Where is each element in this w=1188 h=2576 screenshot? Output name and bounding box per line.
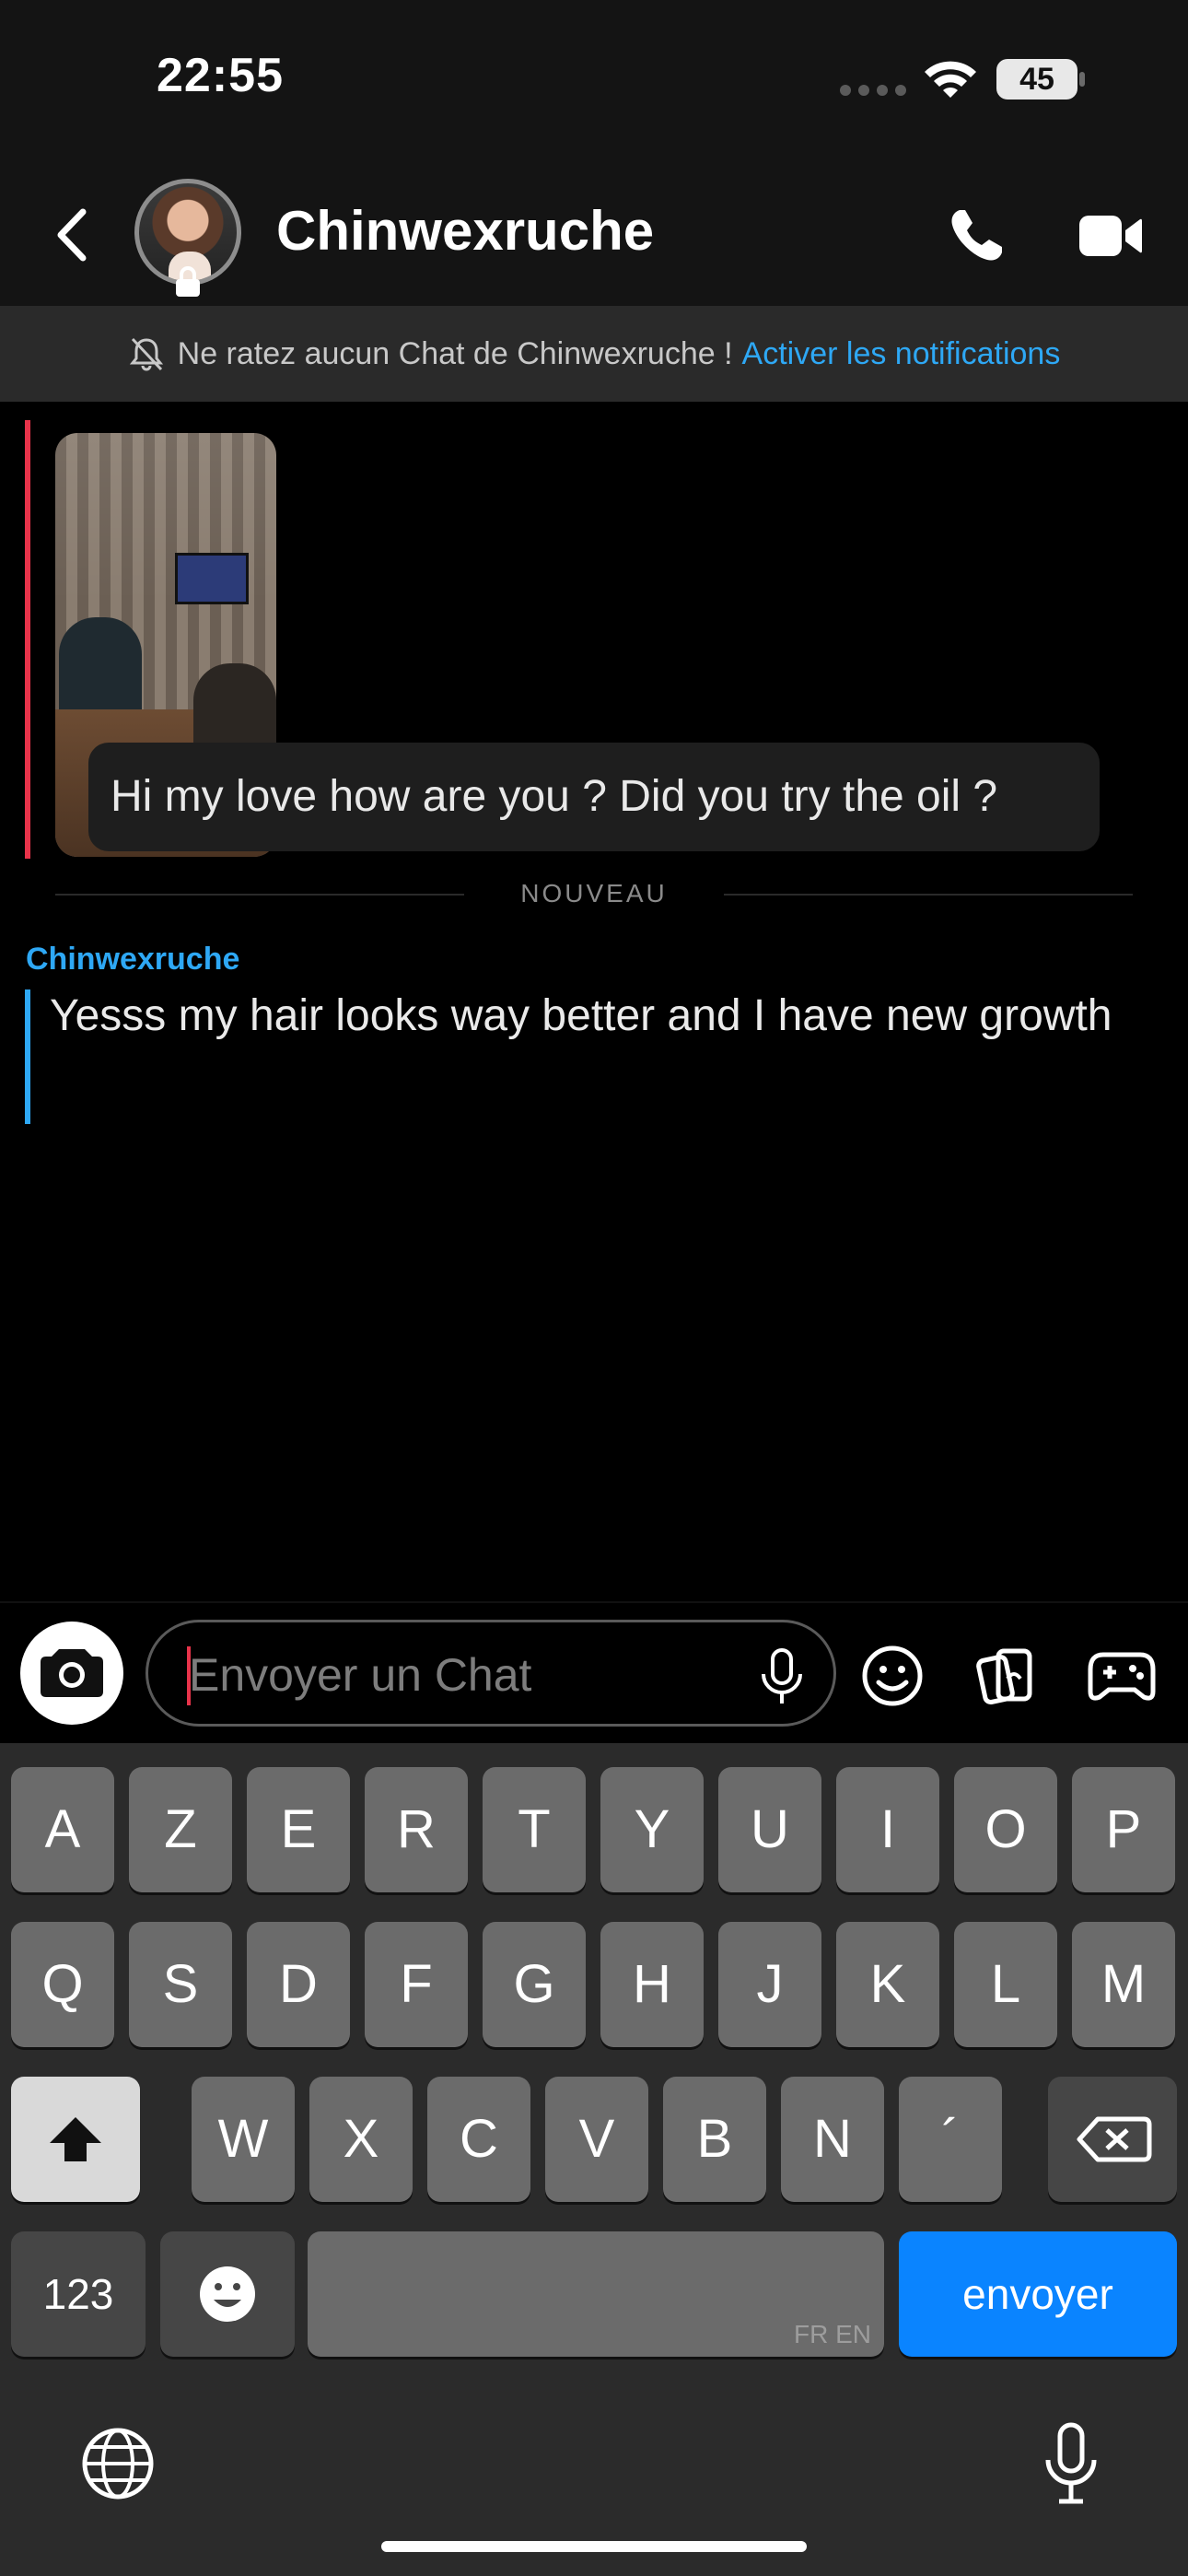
dictation-mic-icon[interactable] xyxy=(1042,2421,1100,2506)
chat-header: Chinwexruche xyxy=(0,166,1188,306)
quoted-message-bubble[interactable]: Hi my love how are you ? Did you try the… xyxy=(88,743,1100,851)
chat-input[interactable] xyxy=(189,1643,705,1707)
microphone-icon[interactable] xyxy=(756,1646,808,1705)
space-key[interactable]: FR EN xyxy=(308,2231,884,2357)
backspace-icon xyxy=(1077,2116,1152,2162)
battery-cap xyxy=(1079,72,1085,87)
backspace-key[interactable] xyxy=(1048,2077,1177,2202)
key-q[interactable]: Q xyxy=(11,1922,114,2047)
emoji-icon xyxy=(200,2266,255,2322)
key-h[interactable]: H xyxy=(600,1922,704,2047)
signal-dots-icon xyxy=(840,85,906,96)
divider-line xyxy=(55,894,464,896)
sent-message-bar xyxy=(25,420,30,859)
battery-icon: 45 xyxy=(996,59,1077,100)
chat-area[interactable]: Hi my love how are you ? Did you try the… xyxy=(0,402,1188,1601)
notification-text: Ne ratez aucun Chat de Chinwexruche ! xyxy=(177,335,733,371)
back-chevron-icon[interactable] xyxy=(44,203,99,267)
key-m[interactable]: M xyxy=(1072,1922,1175,2047)
key-j[interactable]: J xyxy=(718,1922,821,2047)
key-a[interactable]: A xyxy=(11,1767,114,1892)
message-sender: Chinwexruche xyxy=(26,942,240,977)
memories-cards-icon[interactable] xyxy=(974,1644,1039,1708)
send-key[interactable]: envoyer xyxy=(899,2231,1177,2357)
numbers-key[interactable]: 123 xyxy=(11,2231,146,2357)
camera-button[interactable] xyxy=(20,1622,123,1725)
contact-name[interactable]: Chinwexruche xyxy=(276,199,654,263)
smiley-icon[interactable] xyxy=(860,1644,925,1708)
lock-icon xyxy=(176,266,200,297)
key-i[interactable]: I xyxy=(836,1767,939,1892)
gamepad-icon[interactable] xyxy=(1087,1645,1157,1706)
key-z[interactable]: Z xyxy=(129,1767,232,1892)
bell-off-icon xyxy=(129,337,163,371)
key-x[interactable]: X xyxy=(309,2077,413,2202)
key-k[interactable]: K xyxy=(836,1922,939,2047)
key-e[interactable]: E xyxy=(247,1767,350,1892)
status-bar: 22:55 45 xyxy=(0,0,1188,166)
notification-banner: Ne ratez aucun Chat de Chinwexruche ! Ac… xyxy=(0,306,1188,402)
divider-line xyxy=(724,894,1133,896)
key-w[interactable]: W xyxy=(192,2077,295,2202)
globe-icon[interactable] xyxy=(79,2425,157,2502)
home-indicator[interactable] xyxy=(381,2541,807,2552)
key-o[interactable]: O xyxy=(954,1767,1057,1892)
received-message[interactable]: Yesss my hair looks way better and I hav… xyxy=(50,982,1136,1050)
status-time: 22:55 xyxy=(157,49,284,102)
camera-icon xyxy=(41,1649,103,1697)
shift-icon xyxy=(50,2117,101,2161)
key-v[interactable]: V xyxy=(545,2077,648,2202)
key-l[interactable]: L xyxy=(954,1922,1057,2047)
key-c[interactable]: C xyxy=(427,2077,530,2202)
phone-icon[interactable] xyxy=(947,206,1006,265)
wifi-icon xyxy=(925,61,976,98)
chat-input-field[interactable] xyxy=(146,1620,836,1727)
space-languages: FR EN xyxy=(794,2320,871,2348)
key-n[interactable]: N xyxy=(781,2077,884,2202)
shift-key[interactable] xyxy=(11,2077,140,2202)
key-r[interactable]: R xyxy=(365,1767,468,1892)
key-y[interactable]: Y xyxy=(600,1767,704,1892)
key-b[interactable]: B xyxy=(663,2077,766,2202)
key-s[interactable]: S xyxy=(129,1922,232,2047)
key-d[interactable]: D xyxy=(247,1922,350,2047)
key-p[interactable]: P xyxy=(1072,1767,1175,1892)
key-t[interactable]: T xyxy=(483,1767,586,1892)
enable-notifications-link[interactable]: Activer les notifications xyxy=(742,336,1061,372)
chat-input-bar xyxy=(0,1601,1188,1743)
key-u[interactable]: U xyxy=(718,1767,821,1892)
video-camera-icon[interactable] xyxy=(1077,208,1144,263)
key-f[interactable]: F xyxy=(365,1922,468,2047)
emoji-key[interactable] xyxy=(160,2231,295,2357)
thumb-tv xyxy=(175,553,249,604)
keyboard: A Z E R T Y U I O P Q S D F G H J K L M … xyxy=(0,1743,1188,2576)
received-message-bar xyxy=(25,989,30,1124)
key-accent[interactable]: ´ xyxy=(899,2077,1002,2202)
new-messages-label: NOUVEAU xyxy=(520,879,668,907)
key-g[interactable]: G xyxy=(483,1922,586,2047)
